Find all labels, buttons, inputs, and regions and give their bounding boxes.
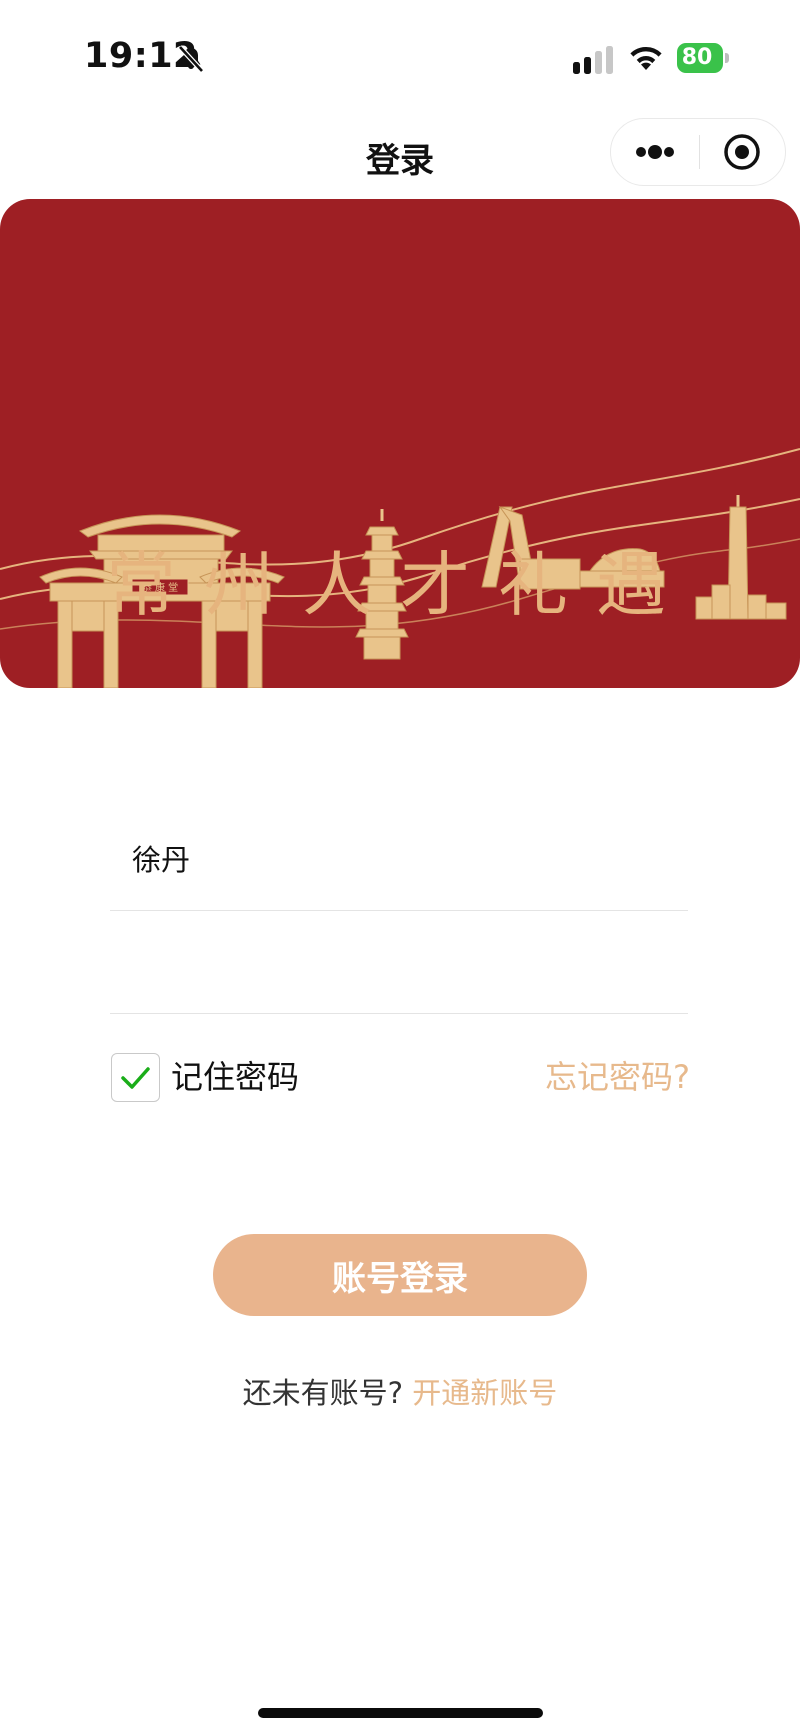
remember-password-checkbox[interactable] — [111, 1053, 160, 1102]
target-close-icon — [724, 134, 760, 170]
open-new-account-link[interactable]: 开通新账号 — [412, 1376, 557, 1410]
battery-indicator: 80 — [677, 43, 729, 73]
signup-prompt: 还未有账号? — [242, 1376, 404, 1410]
battery-level: 80 — [681, 45, 713, 70]
banner-title: 常州人才礼遇 — [106, 544, 694, 626]
wifi-icon — [630, 46, 662, 70]
forgot-password-link[interactable]: 忘记密码? — [540, 1054, 690, 1100]
password-field — [110, 913, 688, 1014]
account-login-button[interactable]: 账号登录 — [213, 1234, 587, 1316]
username-input[interactable] — [132, 832, 672, 884]
close-button[interactable] — [700, 119, 786, 185]
cellular-signal-icon — [573, 46, 613, 74]
more-button[interactable] — [611, 119, 698, 185]
banner: 恭 康 堂 常州人才礼遇 — [0, 199, 800, 688]
bell-slash-icon — [178, 45, 204, 73]
password-input[interactable] — [132, 935, 672, 987]
home-indicator[interactable] — [258, 1708, 543, 1718]
username-field — [110, 810, 688, 911]
remember-password-label: 记住密码 — [171, 1058, 300, 1096]
signup-row: 还未有账号? 开通新账号 — [0, 1373, 800, 1413]
checkmark-icon — [121, 1067, 150, 1089]
more-dots-icon — [636, 145, 674, 159]
mini-program-capsule — [610, 118, 786, 186]
